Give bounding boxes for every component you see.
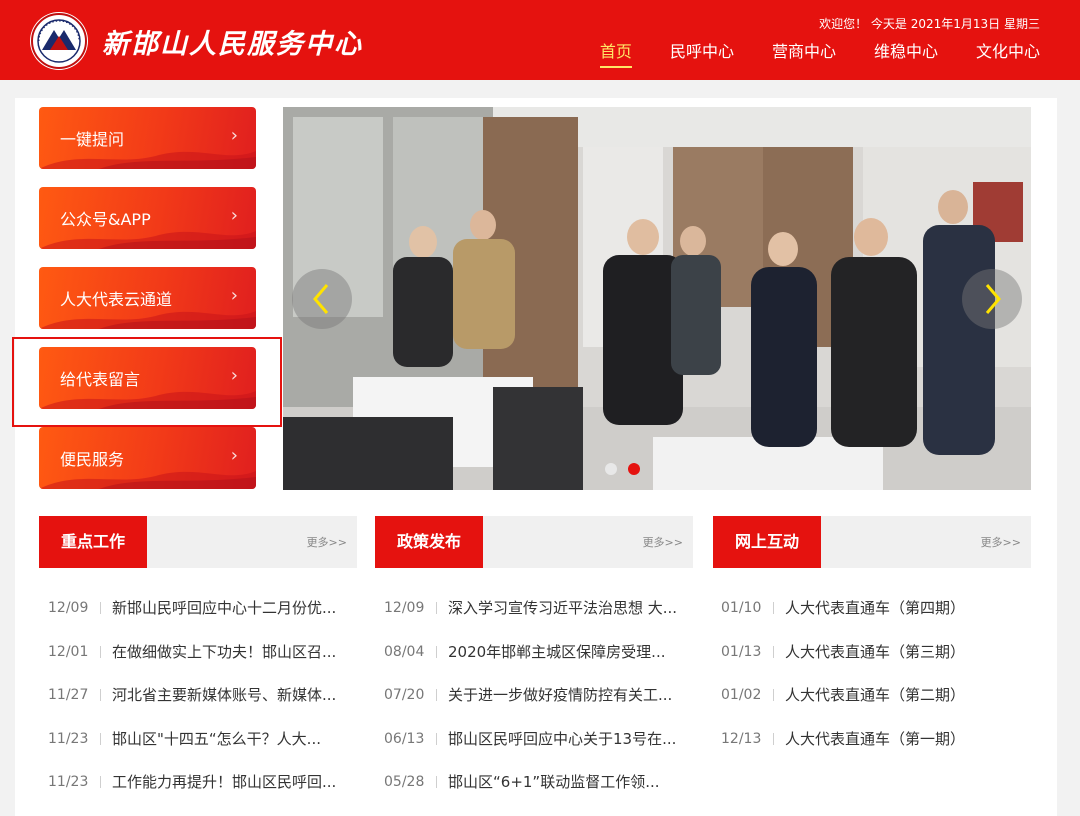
news-date: 11/23	[48, 774, 89, 790]
sidebar-item-label: 便民服务	[60, 450, 125, 469]
section-policy-header: 政策发布 更多>>	[375, 516, 693, 568]
news-date: 12/09	[384, 600, 425, 616]
divider	[436, 602, 437, 614]
nav-item-home[interactable]: 首页	[599, 40, 632, 68]
divider	[100, 646, 101, 658]
nav-item-minhu[interactable]: 民呼中心	[670, 40, 734, 68]
news-item[interactable]: 06/13 邯山区民呼回应中心关于13号在...	[384, 728, 684, 750]
main-nav: 首页 民呼中心 营商中心 维稳中心 文化中心	[562, 40, 1040, 68]
divider	[436, 776, 437, 788]
news-title: 邯山区"十四五“怎么干？人大...	[112, 730, 321, 748]
news-item[interactable]: 12/09 新邯山民呼回应中心十二月份优...	[48, 597, 348, 619]
news-title: 深入学习宣传习近平法治思想 大...	[448, 599, 678, 617]
sidebar-item-label: 人大代表云通道	[60, 290, 173, 309]
news-date: 11/27	[48, 687, 89, 703]
sidebar-item-label: 公众号&APP	[60, 210, 151, 229]
divider	[773, 689, 774, 701]
news-date: 06/13	[384, 731, 425, 747]
sidebar-item-convenience-services[interactable]: 便民服务 ›	[39, 427, 256, 489]
chevron-right-icon: ›	[230, 205, 238, 226]
news-title: 新邯山民呼回应中心十二月份优...	[112, 599, 337, 617]
carousel-next-button[interactable]	[962, 269, 1022, 329]
news-item[interactable]: 07/20 关于进一步做好疫情防控有关工...	[384, 684, 684, 706]
news-title: 邯山区“6+1”联动监督工作领...	[448, 773, 660, 791]
banner-photo	[283, 107, 1031, 490]
news-date: 01/13	[721, 644, 762, 660]
more-link[interactable]: 更多>>	[643, 534, 683, 550]
news-date: 12/09	[48, 600, 89, 616]
site-name: 新邯山人民服务中心	[102, 29, 363, 60]
news-date: 08/04	[384, 644, 425, 660]
sidebar-item-label: 一键提问	[60, 130, 125, 149]
divider	[100, 776, 101, 788]
news-item[interactable]: 12/01 在做细做实上下功夫！邯山区召...	[48, 641, 348, 663]
news-date: 01/02	[721, 687, 762, 703]
site-header: 新邯山人民服务中心 欢迎您！ 今天是 2021年1月13日 星期三 首页 民呼中…	[0, 0, 1080, 80]
divider	[436, 689, 437, 701]
logo-emblem-icon[interactable]	[30, 12, 88, 70]
divider	[100, 689, 101, 701]
sidebar-item-wechat-app[interactable]: 公众号&APP ›	[39, 187, 256, 249]
news-title: 工作能力再提升！邯山区民呼回...	[112, 773, 337, 791]
news-item[interactable]: 01/10 人大代表直通车（第四期）	[721, 597, 1021, 619]
news-date: 12/13	[721, 731, 762, 747]
chevron-right-icon	[985, 284, 1001, 314]
news-item[interactable]: 11/27 河北省主要新媒体账号、新媒体...	[48, 684, 348, 706]
sidebar-item-quick-question[interactable]: 一键提问 ›	[39, 107, 256, 169]
news-item[interactable]: 11/23 邯山区"十四五“怎么干？人大...	[48, 728, 348, 750]
section-key-work-header: 重点工作 更多>>	[39, 516, 357, 568]
divider	[100, 733, 101, 745]
news-item[interactable]: 05/28 邯山区“6+1”联动监督工作领...	[384, 771, 684, 793]
nav-item-business[interactable]: 营商中心	[772, 40, 836, 68]
divider	[773, 646, 774, 658]
chevron-right-icon: ›	[230, 125, 238, 146]
news-item[interactable]: 08/04 2020年邯郸主城区保障房受理...	[384, 641, 684, 663]
divider	[436, 733, 437, 745]
news-title: 关于进一步做好疫情防控有关工...	[448, 686, 673, 704]
carousel-dot-1[interactable]	[605, 463, 617, 475]
news-title: 人大代表直通车（第一期）	[785, 730, 966, 748]
carousel-prev-button[interactable]	[292, 269, 352, 329]
nav-item-culture[interactable]: 文化中心	[976, 40, 1040, 68]
section-title[interactable]: 重点工作	[39, 516, 147, 568]
more-link[interactable]: 更多>>	[307, 534, 347, 550]
news-title: 2020年邯郸主城区保障房受理...	[448, 643, 666, 661]
divider	[773, 733, 774, 745]
news-date: 07/20	[384, 687, 425, 703]
welcome-date-text: 欢迎您！ 今天是 2021年1月13日 星期三	[819, 17, 1040, 31]
news-title: 人大代表直通车（第二期）	[785, 686, 966, 704]
divider	[100, 602, 101, 614]
divider	[773, 602, 774, 614]
chevron-left-icon	[313, 284, 329, 314]
chevron-right-icon: ›	[230, 285, 238, 306]
news-title: 在做细做实上下功夫！邯山区召...	[112, 643, 337, 661]
news-date: 01/10	[721, 600, 762, 616]
news-date: 11/23	[48, 731, 89, 747]
sidebar-item-deputy-cloud-channel[interactable]: 人大代表云通道 ›	[39, 267, 256, 329]
divider	[436, 646, 437, 658]
carousel-dot-2[interactable]	[628, 463, 640, 475]
news-title: 人大代表直通车（第四期）	[785, 599, 966, 617]
news-item[interactable]: 11/23 工作能力再提升！邯山区民呼回...	[48, 771, 348, 793]
section-title[interactable]: 政策发布	[375, 516, 483, 568]
news-item[interactable]: 12/09 深入学习宣传习近平法治思想 大...	[384, 597, 684, 619]
news-item[interactable]: 01/02 人大代表直通车（第二期）	[721, 684, 1021, 706]
news-item[interactable]: 12/13 人大代表直通车（第一期）	[721, 728, 1021, 750]
more-link[interactable]: 更多>>	[981, 534, 1021, 550]
selection-highlight	[12, 337, 282, 427]
news-item[interactable]: 01/13 人大代表直通车（第三期）	[721, 641, 1021, 663]
news-title: 河北省主要新媒体账号、新媒体...	[112, 686, 337, 704]
news-title: 邯山区民呼回应中心关于13号在...	[448, 730, 677, 748]
news-date: 05/28	[384, 774, 425, 790]
section-online-interaction-header: 网上互动 更多>>	[713, 516, 1031, 568]
nav-item-stability[interactable]: 维稳中心	[874, 40, 938, 68]
news-title: 人大代表直通车（第三期）	[785, 643, 966, 661]
news-date: 12/01	[48, 644, 89, 660]
chevron-right-icon: ›	[230, 445, 238, 466]
banner-carousel[interactable]	[283, 107, 1031, 490]
section-title[interactable]: 网上互动	[713, 516, 821, 568]
